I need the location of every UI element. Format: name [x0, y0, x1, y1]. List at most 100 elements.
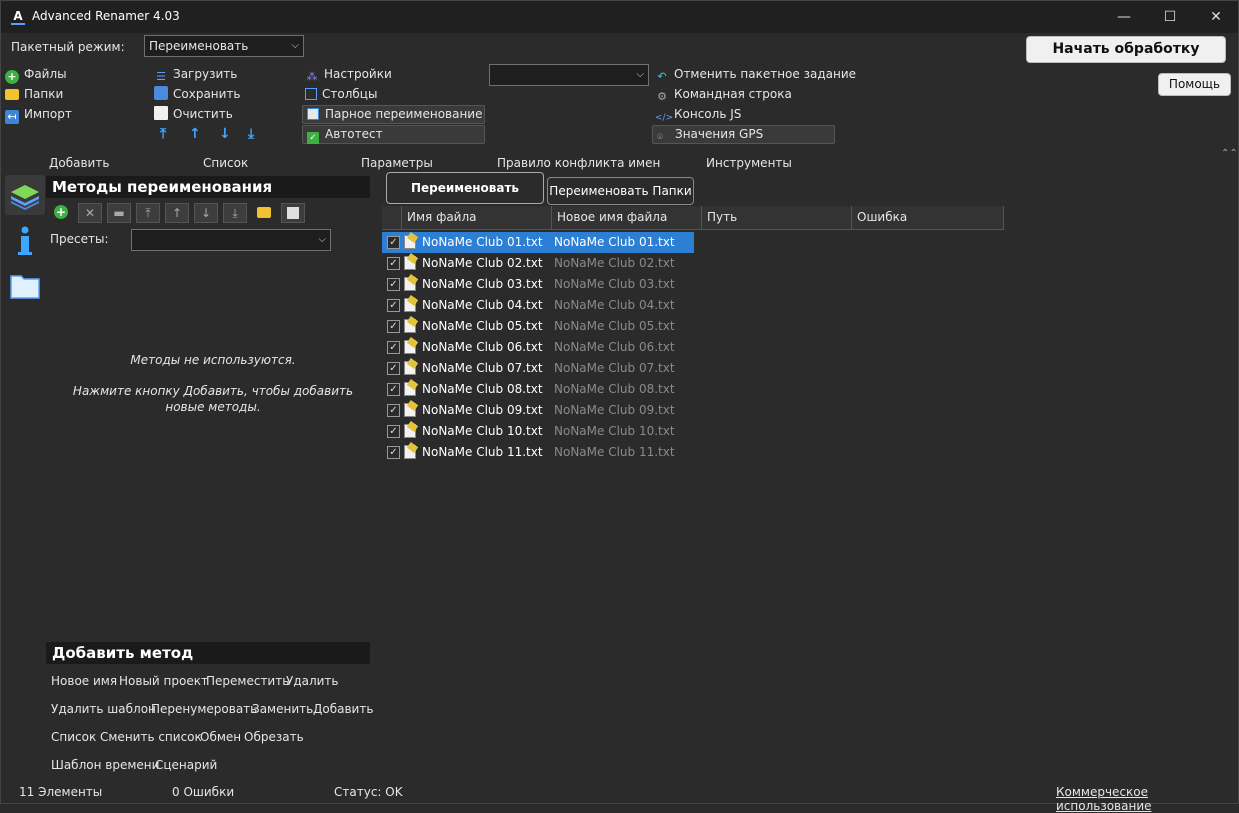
help-button[interactable]: Помощь	[1158, 73, 1231, 96]
add-method-item[interactable]: Заменить	[252, 702, 313, 716]
move-method-up-icon[interactable]: ↑	[165, 203, 189, 223]
add-method-item[interactable]: Список	[51, 730, 96, 744]
start-processing-button[interactable]: Начать обработку	[1026, 36, 1226, 63]
add-method-item[interactable]: Обрезать	[244, 730, 304, 744]
move-up-icon[interactable]: ↑	[189, 126, 201, 142]
info-icon[interactable]	[5, 221, 45, 261]
add-files-button[interactable]: + Файлы	[5, 64, 67, 84]
column-header-error[interactable]: Ошибка	[852, 206, 1004, 230]
add-method-item[interactable]: Удалить шаблон	[51, 702, 156, 716]
import-button[interactable]: ↤ Импорт	[5, 104, 72, 124]
row-filename: NoNaMe Club 07.txt	[422, 361, 543, 375]
row-checkbox[interactable]: ✓	[387, 236, 400, 249]
add-method-item[interactable]: Шаблон времени	[51, 758, 159, 772]
command-line-button[interactable]: ⚙ Командная строка	[655, 84, 792, 104]
row-checkbox[interactable]: ✓	[387, 404, 400, 417]
move-method-bottom-icon[interactable]: ⤓	[223, 203, 247, 223]
text-file-icon	[404, 382, 416, 396]
map-pin-icon: ⌾	[657, 132, 663, 143]
table-row[interactable]: ✓ NoNaMe Club 11.txt NoNaMe Club 11.txt	[382, 442, 694, 463]
move-bottom-icon[interactable]: ⤓	[248, 126, 254, 142]
file-list[interactable]: Имя файла Новое имя файла Путь Ошибка ✓ N…	[382, 206, 1238, 780]
remove-method-icon[interactable]: ✕	[78, 203, 102, 223]
column-header-new-filename[interactable]: Новое имя файла	[552, 206, 702, 230]
table-row[interactable]: ✓ NoNaMe Club 06.txt NoNaMe Club 06.txt	[382, 337, 694, 358]
add-method-icon[interactable]: +	[49, 203, 73, 223]
add-method-item[interactable]: Добавить	[313, 702, 373, 716]
add-method-item[interactable]: Переместить	[206, 674, 289, 688]
column-header-filename[interactable]: Имя файла	[402, 206, 552, 230]
add-method-item[interactable]: Удалить	[286, 674, 339, 688]
maximize-button[interactable]: ☐	[1147, 1, 1193, 33]
row-checkbox[interactable]: ✓	[387, 425, 400, 438]
row-checkbox[interactable]: ✓	[387, 278, 400, 291]
text-file-icon	[404, 235, 416, 249]
text-file-icon	[404, 361, 416, 375]
add-method-item[interactable]: Обмен	[200, 730, 241, 744]
collapse-ribbon-icon[interactable]: ⌃⌃	[1221, 148, 1238, 159]
save-preset-icon[interactable]	[281, 203, 305, 223]
save-list-button[interactable]: Сохранить	[154, 84, 241, 104]
row-checkbox[interactable]: ✓	[387, 446, 400, 459]
add-method-item[interactable]: Перенумеровать	[151, 702, 257, 716]
disable-method-icon[interactable]: ▬	[107, 203, 131, 223]
column-header-check[interactable]	[382, 206, 402, 230]
folder-icon[interactable]	[5, 267, 45, 307]
add-method-title: Добавить метод	[46, 642, 370, 664]
add-method-item[interactable]: Сменить список	[100, 730, 202, 744]
table-row[interactable]: ✓ NoNaMe Club 09.txt NoNaMe Club 09.txt	[382, 400, 694, 421]
add-method-item[interactable]: Новое имя	[51, 674, 117, 688]
clear-list-button[interactable]: Очистить	[154, 104, 233, 124]
row-checkbox[interactable]: ✓	[387, 320, 400, 333]
pair-rename-toggle[interactable]: Парное переименование	[302, 105, 485, 124]
table-row[interactable]: ✓ NoNaMe Club 05.txt NoNaMe Club 05.txt	[382, 316, 694, 337]
row-new-filename: NoNaMe Club 04.txt	[554, 298, 675, 312]
presets-select[interactable]: ⌵	[131, 229, 331, 251]
status-text: Статус: OK	[334, 785, 403, 799]
close-button[interactable]: ✕	[1193, 1, 1239, 33]
load-list-button[interactable]: ☰ Загрузить	[154, 64, 237, 84]
table-row[interactable]: ✓ NoNaMe Club 03.txt NoNaMe Club 03.txt	[382, 274, 694, 295]
columns-button[interactable]: Столбцы	[305, 84, 377, 104]
tab-rename-folders[interactable]: Переименовать Папки	[547, 177, 694, 205]
autotest-toggle[interactable]: ✓ Автотест	[302, 125, 485, 144]
table-row[interactable]: ✓ NoNaMe Club 02.txt NoNaMe Club 02.txt	[382, 253, 694, 274]
clear-page-icon	[154, 106, 168, 120]
column-header-path[interactable]: Путь	[702, 206, 852, 230]
table-row[interactable]: ✓ NoNaMe Club 04.txt NoNaMe Club 04.txt	[382, 295, 694, 316]
minimize-button[interactable]: —	[1101, 1, 1147, 33]
open-preset-icon[interactable]	[252, 203, 276, 223]
row-checkbox[interactable]: ✓	[387, 257, 400, 270]
commercial-use-link[interactable]: Коммерческое использование	[1056, 785, 1238, 813]
row-checkbox[interactable]: ✓	[387, 341, 400, 354]
name-conflict-select[interactable]: ⌵	[489, 64, 649, 86]
settings-button[interactable]: ⁂ Настройки	[305, 64, 392, 84]
command-line-label: Командная строка	[674, 87, 792, 101]
add-methods-hint: Нажмите кнопку Добавить, чтобы добавить …	[72, 384, 354, 414]
gps-values-button[interactable]: ⌾ Значения GPS	[652, 125, 835, 144]
move-method-down-icon[interactable]: ↓	[194, 203, 218, 223]
move-method-top-icon[interactable]: ⤒	[136, 203, 160, 223]
chevron-down-icon: ⌵	[318, 234, 326, 245]
table-row[interactable]: ✓ NoNaMe Club 10.txt NoNaMe Club 10.txt	[382, 421, 694, 442]
add-folders-button[interactable]: Папки	[5, 84, 63, 104]
add-method-item[interactable]: Сценарий	[155, 758, 217, 772]
add-method-item[interactable]: Новый проект	[119, 674, 208, 688]
chevron-down-icon: ⌵	[291, 40, 299, 51]
move-down-icon[interactable]: ↓	[219, 126, 231, 142]
table-row[interactable]: ✓ NoNaMe Club 01.txt NoNaMe Club 01.txt	[382, 232, 694, 253]
table-row[interactable]: ✓ NoNaMe Club 07.txt NoNaMe Club 07.txt	[382, 358, 694, 379]
tab-rename-files[interactable]: Переименовать Файлы	[386, 172, 544, 225]
row-checkbox[interactable]: ✓	[387, 362, 400, 375]
no-methods-message: Методы не используются.	[130, 353, 296, 367]
undo-batch-button[interactable]: ↶ Отменить пакетное задание	[655, 64, 856, 84]
batch-mode-select[interactable]: Переименовать ⌵	[144, 35, 304, 57]
move-top-icon[interactable]: ⤒	[160, 126, 166, 142]
pair-rename-label: Парное переименование	[325, 107, 483, 121]
row-checkbox[interactable]: ✓	[387, 383, 400, 396]
table-row[interactable]: ✓ NoNaMe Club 08.txt NoNaMe Club 08.txt	[382, 379, 694, 400]
layers-icon[interactable]	[5, 175, 45, 215]
row-checkbox[interactable]: ✓	[387, 299, 400, 312]
js-console-button[interactable]: </>Консоль JS	[655, 104, 741, 124]
side-toolbar	[3, 173, 45, 783]
